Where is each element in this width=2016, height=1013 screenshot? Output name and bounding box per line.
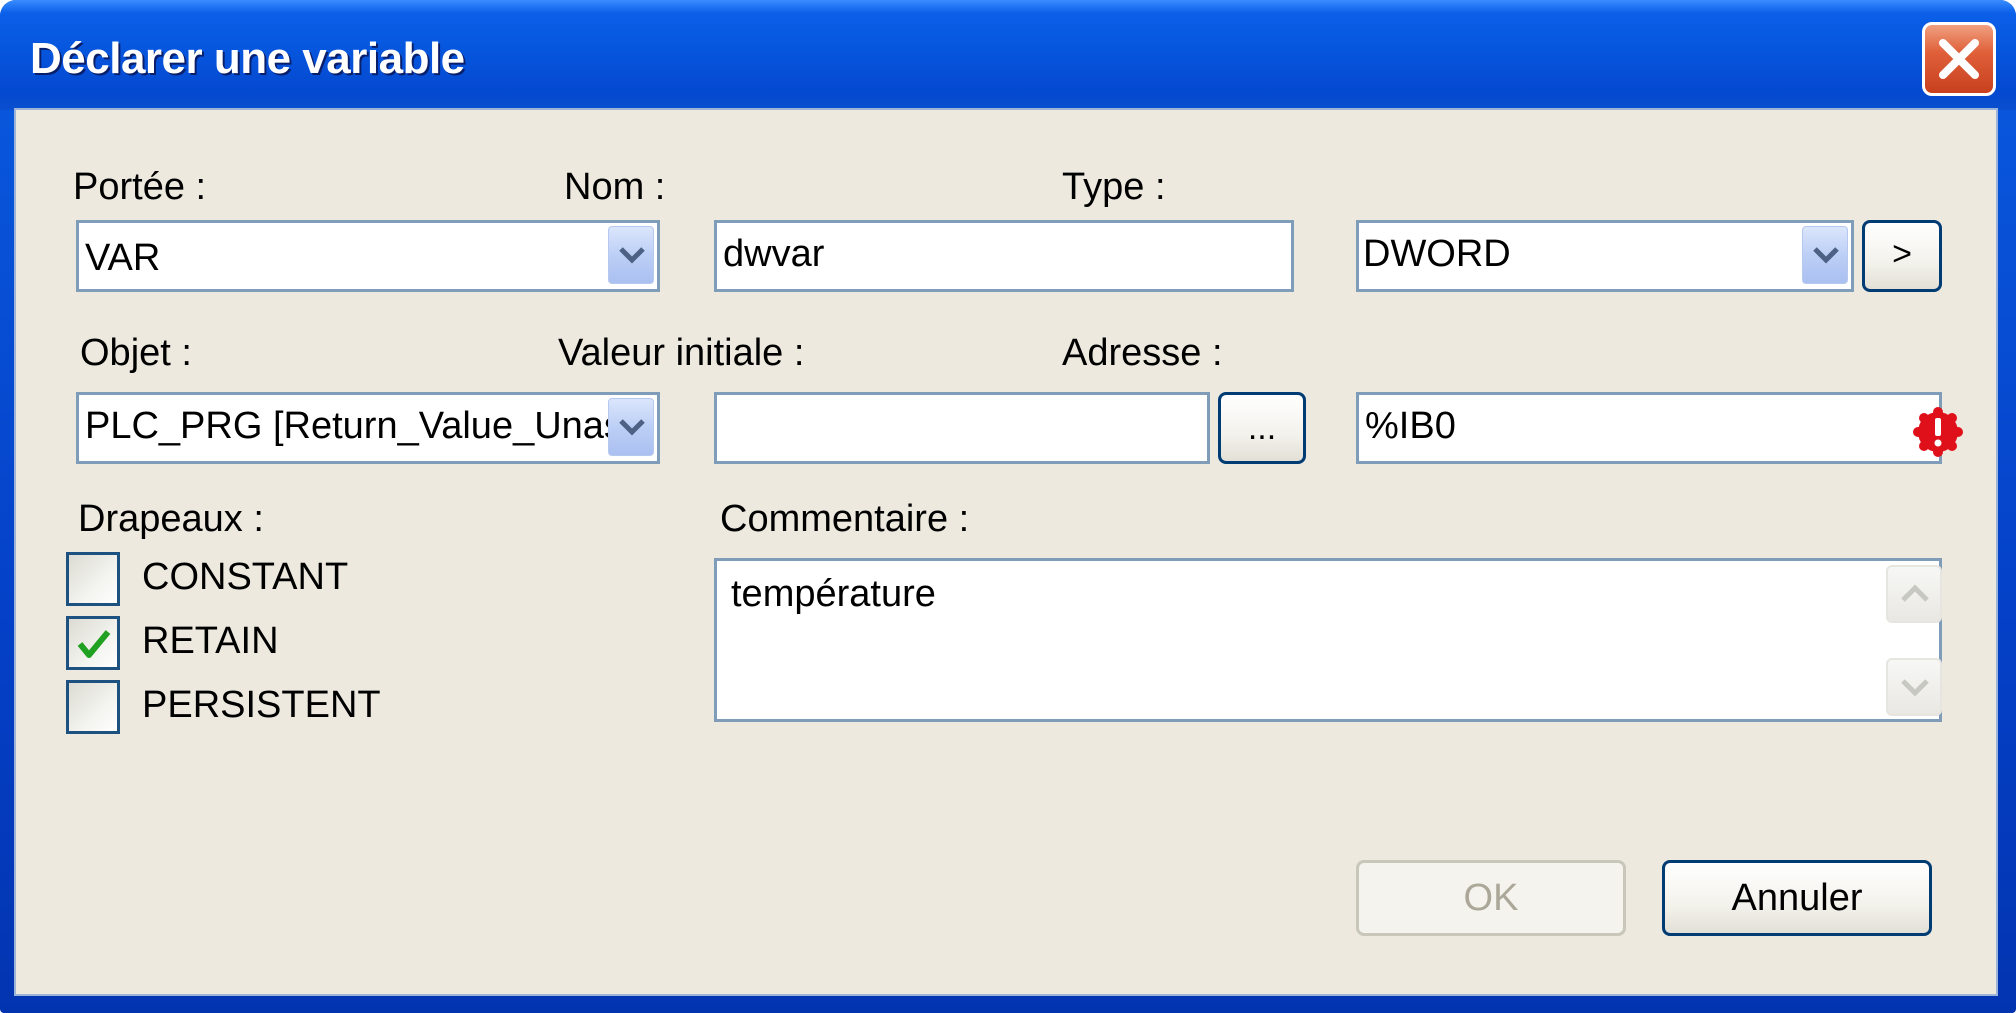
dialog-body: Portée : VAR Nom : dwvar Type : DWORD > … [14, 108, 1998, 996]
ok-button[interactable]: OK [1356, 860, 1626, 936]
persistent-label: PERSISTENT [142, 684, 381, 727]
close-icon [1937, 37, 1981, 81]
object-dropdown[interactable]: PLC_PRG [Return_Value_Unas [76, 392, 660, 464]
chevron-up-icon [1900, 583, 1930, 605]
cancel-button[interactable]: Annuler [1662, 860, 1932, 936]
chevron-down-icon [618, 245, 646, 265]
checkmark-icon [76, 626, 112, 662]
initial-value-browse-button[interactable]: ... [1218, 392, 1306, 464]
type-browse-button[interactable]: > [1862, 220, 1942, 292]
constant-checkbox[interactable] [66, 552, 120, 606]
object-label: Objet : [80, 332, 192, 375]
name-value: dwvar [723, 233, 824, 276]
object-dropdown-button[interactable] [608, 398, 654, 456]
retain-label: RETAIN [142, 620, 279, 663]
type-value: DWORD [1363, 233, 1511, 276]
type-dropdown-button[interactable] [1802, 226, 1848, 284]
constant-label: CONSTANT [142, 556, 348, 599]
scope-dropdown-button[interactable] [608, 226, 654, 284]
chevron-down-icon [1900, 676, 1930, 698]
comment-value: température [731, 573, 936, 616]
address-input[interactable]: %IB0 [1356, 392, 1942, 464]
chevron-down-icon [618, 417, 646, 437]
address-value: %IB0 [1365, 405, 1456, 448]
initial-value-label: Valeur initiale : [558, 332, 804, 375]
scope-label: Portée : [73, 166, 206, 209]
scope-dropdown[interactable]: VAR [76, 220, 660, 292]
address-label: Adresse : [1062, 332, 1223, 375]
dialog-window: Déclarer une variable Portée : VAR Nom :… [0, 0, 2016, 1013]
chevron-down-icon [1812, 245, 1840, 265]
scope-value: VAR [85, 237, 160, 280]
name-input[interactable]: dwvar [714, 220, 1294, 292]
close-button[interactable] [1922, 22, 1996, 96]
dialog-title: Déclarer une variable [30, 34, 465, 84]
title-bar[interactable]: Déclarer une variable [0, 0, 2016, 110]
object-value: PLC_PRG [Return_Value_Unas [85, 405, 623, 448]
type-dropdown[interactable]: DWORD [1356, 220, 1854, 292]
error-exclamation-icon [1910, 404, 1966, 460]
scroll-down-button[interactable] [1886, 658, 1942, 716]
name-label: Nom : [564, 166, 665, 209]
comment-textarea[interactable]: température [714, 558, 1942, 722]
retain-checkbox[interactable] [66, 616, 120, 670]
flags-label: Drapeaux : [78, 498, 264, 541]
type-label: Type : [1062, 166, 1166, 209]
scroll-up-button[interactable] [1886, 565, 1942, 623]
persistent-checkbox[interactable] [66, 680, 120, 734]
initial-value-input[interactable] [714, 392, 1210, 464]
comment-label: Commentaire : [720, 498, 969, 541]
